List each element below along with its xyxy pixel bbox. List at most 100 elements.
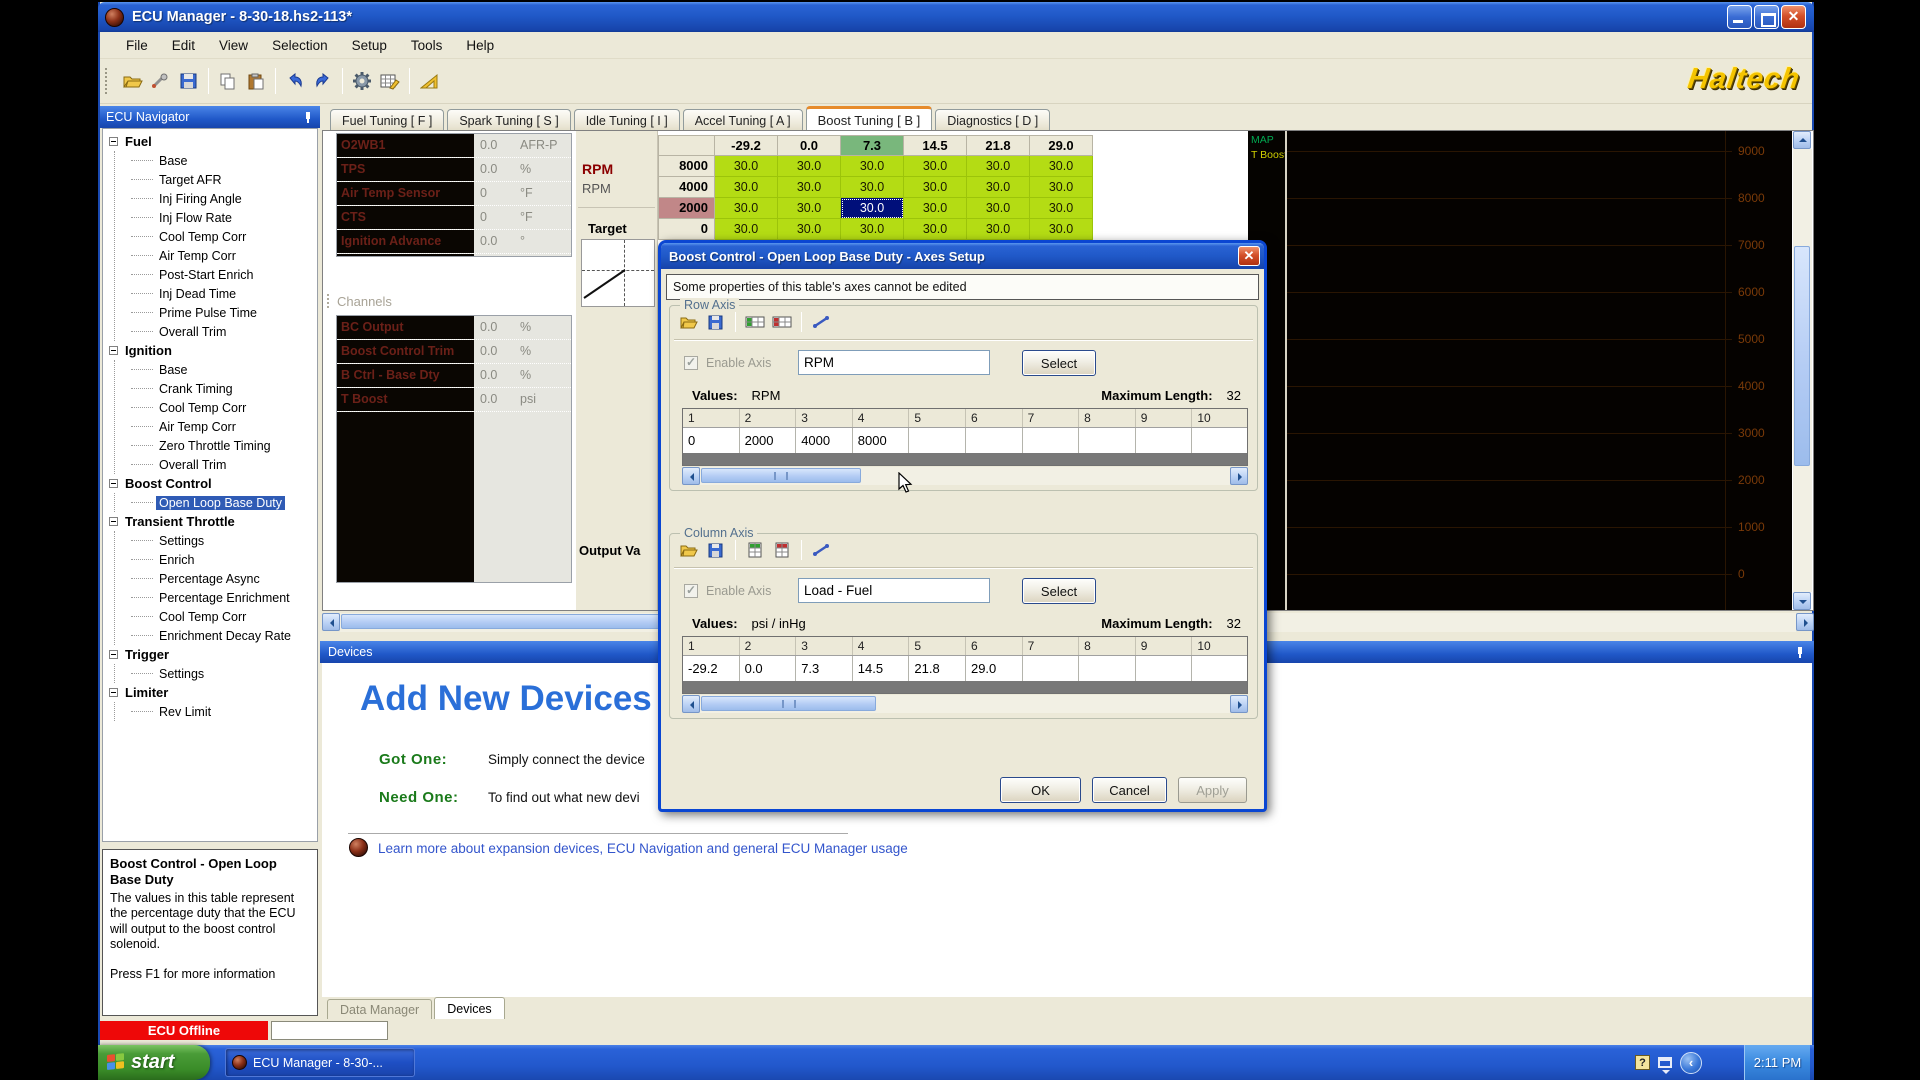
table-cell[interactable]: 30.0 [904,219,967,240]
row-header-8000[interactable]: 8000 [658,156,715,177]
restore-button[interactable] [1754,5,1779,29]
tuning-table[interactable]: -29.20.07.314.521.829.0800030.030.030.03… [658,135,1093,240]
collapse-icon[interactable] [109,688,118,697]
table-cell[interactable]: 30.0 [1030,198,1093,219]
tab-boost-tuning[interactable]: Boost Tuning [ B ] [806,106,933,131]
col-header-14.5[interactable]: 14.5 [904,135,967,156]
tree-item-inj-dead-time[interactable]: Inj Dead Time [115,284,317,303]
table-cell[interactable]: 30.0 [778,219,841,240]
menu-view[interactable]: View [207,35,260,56]
grid-value-cell[interactable] [966,428,1023,453]
grid-value-cell[interactable] [1023,656,1080,681]
menu-setup[interactable]: Setup [340,35,399,56]
tree-item-settings[interactable]: Settings [115,664,317,683]
col-header--29.2[interactable]: -29.2 [715,135,778,156]
collapse-icon[interactable] [109,517,118,526]
close-button[interactable] [1781,5,1806,29]
bottom-tab-devices[interactable]: Devices [434,997,504,1019]
tree-group-trigger[interactable]: Trigger [107,645,317,664]
column-axis-select-button[interactable]: Select [1022,578,1096,604]
menu-file[interactable]: File [114,35,160,56]
table-cell[interactable]: 30.0 [904,177,967,198]
table-cell[interactable]: 30.0 [778,198,841,219]
tree-group-fuel[interactable]: Fuel [107,132,317,151]
tray-window-icon[interactable] [1658,1057,1672,1068]
row-header-2000[interactable]: 2000 [658,198,715,219]
copy-icon[interactable] [217,71,239,91]
axis-insert-icon[interactable] [744,312,766,332]
tree-item-overall-trim[interactable]: Overall Trim [115,322,317,341]
table-cell[interactable]: 30.0 [715,177,778,198]
row-header-0[interactable]: 0 [658,219,715,240]
tab-fuel-tuning[interactable]: Fuel Tuning [ F ] [330,109,444,131]
tree-item-air-temp-corr[interactable]: Air Temp Corr [115,417,317,436]
scroll-left-icon[interactable] [682,467,700,485]
tree-item-air-temp-corr[interactable]: Air Temp Corr [115,246,317,265]
table-cell[interactable]: 30.0 [904,156,967,177]
scroll-down-icon[interactable] [1793,592,1811,610]
ok-button[interactable]: OK [1000,777,1081,803]
col-header-7.3[interactable]: 7.3 [841,135,904,156]
tree-item-inj-firing-angle[interactable]: Inj Firing Angle [115,189,317,208]
tree-item-percentage-enrichment[interactable]: Percentage Enrichment [115,588,317,607]
table-cell[interactable]: 30.0 [841,198,904,219]
tree-item-cool-temp-corr[interactable]: Cool Temp Corr [115,398,317,417]
dialog-title-bar[interactable]: Boost Control - Open Loop Base Duty - Ax… [661,243,1264,269]
axis-save-icon[interactable] [705,540,727,560]
menu-edit[interactable]: Edit [160,35,207,56]
tree-item-settings[interactable]: Settings [115,531,317,550]
grid-value-cell[interactable]: 2000 [740,428,797,453]
grid-value-cell[interactable] [1136,428,1193,453]
tree-item-prime-pulse-time[interactable]: Prime Pulse Time [115,303,317,322]
column-axis-values-grid[interactable]: 12345678910-29.20.07.314.521.829.0 [682,636,1248,694]
menu-tools[interactable]: Tools [399,35,455,56]
title-bar[interactable]: ECU Manager - 8-30-18.hs2-113* [98,2,1814,32]
tree-group-limiter[interactable]: Limiter [107,683,317,702]
table-cell[interactable]: 30.0 [715,156,778,177]
tab-idle-tuning[interactable]: Idle Tuning [ I ] [574,109,680,131]
tree-item-crank-timing[interactable]: Crank Timing [115,379,317,398]
tree-item-base[interactable]: Base [115,151,317,170]
scroll-up-icon[interactable] [1793,131,1811,149]
tab-diagnostics-tuning[interactable]: Diagnostics [ D ] [935,109,1050,131]
devices-pin-icon[interactable] [1794,646,1806,658]
grid-value-cell[interactable] [1136,656,1193,681]
table-cell[interactable]: 30.0 [967,156,1030,177]
tree-item-post-start-enrich[interactable]: Post-Start Enrich [115,265,317,284]
table-cell[interactable]: 30.0 [841,177,904,198]
table-cell[interactable]: 30.0 [778,156,841,177]
table-cell[interactable]: 30.0 [715,219,778,240]
tree-item-cool-temp-corr[interactable]: Cool Temp Corr [115,227,317,246]
minimize-button[interactable] [1727,5,1752,29]
scroll-right-icon[interactable] [1230,467,1248,485]
menu-selection[interactable]: Selection [260,35,340,56]
grid-value-cell[interactable]: -29.2 [683,656,740,681]
grid-value-cell[interactable] [1192,428,1248,453]
scroll-left-icon[interactable] [322,613,340,631]
tray-chevron-icon[interactable]: ‹ [1680,1052,1702,1074]
pin-icon[interactable] [302,111,314,123]
axis-insert-icon[interactable] [744,540,766,560]
cancel-button[interactable]: Cancel [1092,777,1167,803]
grid-value-cell[interactable] [1192,656,1248,681]
grid-value-cell[interactable] [1079,428,1136,453]
col-header-21.8[interactable]: 21.8 [967,135,1030,156]
table-cell[interactable]: 30.0 [841,219,904,240]
grid-value-cell[interactable] [909,428,966,453]
tab-accel-tuning[interactable]: Accel Tuning [ A ] [683,109,803,131]
start-button[interactable]: start [98,1045,210,1080]
table-cell[interactable]: 30.0 [841,156,904,177]
grid-value-cell[interactable] [1023,428,1080,453]
bottom-tab-data-manager[interactable]: Data Manager [327,999,432,1019]
tree-group-ignition[interactable]: Ignition [107,341,317,360]
row-axis-select-button[interactable]: Select [1022,350,1096,376]
tree-item-base[interactable]: Base [115,360,317,379]
column-axis-input[interactable] [798,578,990,603]
tree-group-boost-control[interactable]: Boost Control [107,474,317,493]
tree-item-enrichment-decay-rate[interactable]: Enrichment Decay Rate [115,626,317,645]
tree-item-open-loop-base-duty[interactable]: Open Loop Base Duty [115,493,317,512]
grid-value-cell[interactable]: 0 [683,428,740,453]
tree-item-overall-trim[interactable]: Overall Trim [115,455,317,474]
scroll-right-icon[interactable] [1230,695,1248,713]
axis-delete-icon[interactable] [771,312,793,332]
